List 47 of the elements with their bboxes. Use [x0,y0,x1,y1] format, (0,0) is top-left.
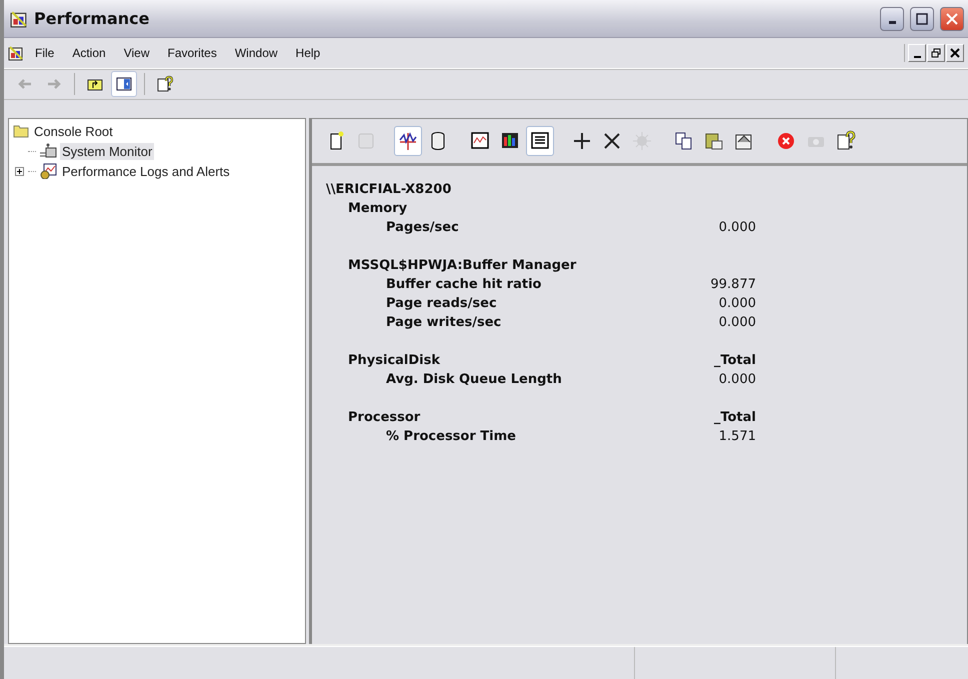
tree-item[interactable]: Performance Logs and Alerts [60,162,232,180]
maximize-button[interactable] [910,6,934,30]
counter-name: Page reads/sec [385,295,498,313]
tree-pane-icon[interactable] [111,71,137,97]
report-icon[interactable] [526,126,554,156]
counter-value: 0.000 [718,295,756,313]
counter-value: 1.571 [718,428,756,446]
expand-icon[interactable] [15,166,24,176]
folder-icon [13,124,29,138]
counter-value: 0.000 [718,371,756,389]
minimize-icon [914,56,920,58]
tree-item[interactable]: System Monitor [60,142,154,160]
counter-name: Buffer cache hit ratio [385,276,542,294]
menu-item[interactable]: Window [228,44,285,62]
counter-name: Avg. Disk Queue Length [385,371,563,389]
menu-item[interactable]: Favorites [160,44,224,62]
menu-item[interactable]: File [28,44,62,62]
menu-item[interactable]: Help [288,44,328,62]
restore-button[interactable] [927,44,945,62]
counter-value: 0.000 [718,219,756,237]
restore-icon [931,48,941,58]
minimize-icon [888,21,896,24]
logs-icon [39,163,57,179]
counter-value: 0.000 [718,314,756,332]
close-icon [950,48,960,58]
monitor-icon [39,143,57,159]
object-name: PhysicalDisk [347,352,442,370]
close-icon [946,12,958,24]
performance-app-icon [8,45,24,61]
instance-name: _Total [712,409,756,427]
counter-name: % Processor Time [385,428,517,446]
counter-value: 99.877 [710,276,756,294]
object-name: MSSQL$HPWJA:Buffer Manager [347,257,578,275]
instance-name: _Total [712,352,756,370]
menu-item[interactable]: Action [65,44,113,62]
menu-item[interactable]: View [116,44,156,62]
counter-name: Pages/sec [385,219,460,237]
tree-item[interactable]: Console Root [32,122,115,140]
performance-app-icon [10,10,28,28]
minimize-button[interactable] [880,6,904,30]
object-name: Memory [347,200,408,218]
window-title: Performance [34,9,150,28]
computer-name: \\ERICFIAL-X8200 [326,181,452,199]
chart-spikes-icon[interactable] [394,126,422,156]
object-name: Processor [347,409,422,427]
counter-name: Page writes/sec [385,314,502,332]
maximize-icon [916,12,928,24]
